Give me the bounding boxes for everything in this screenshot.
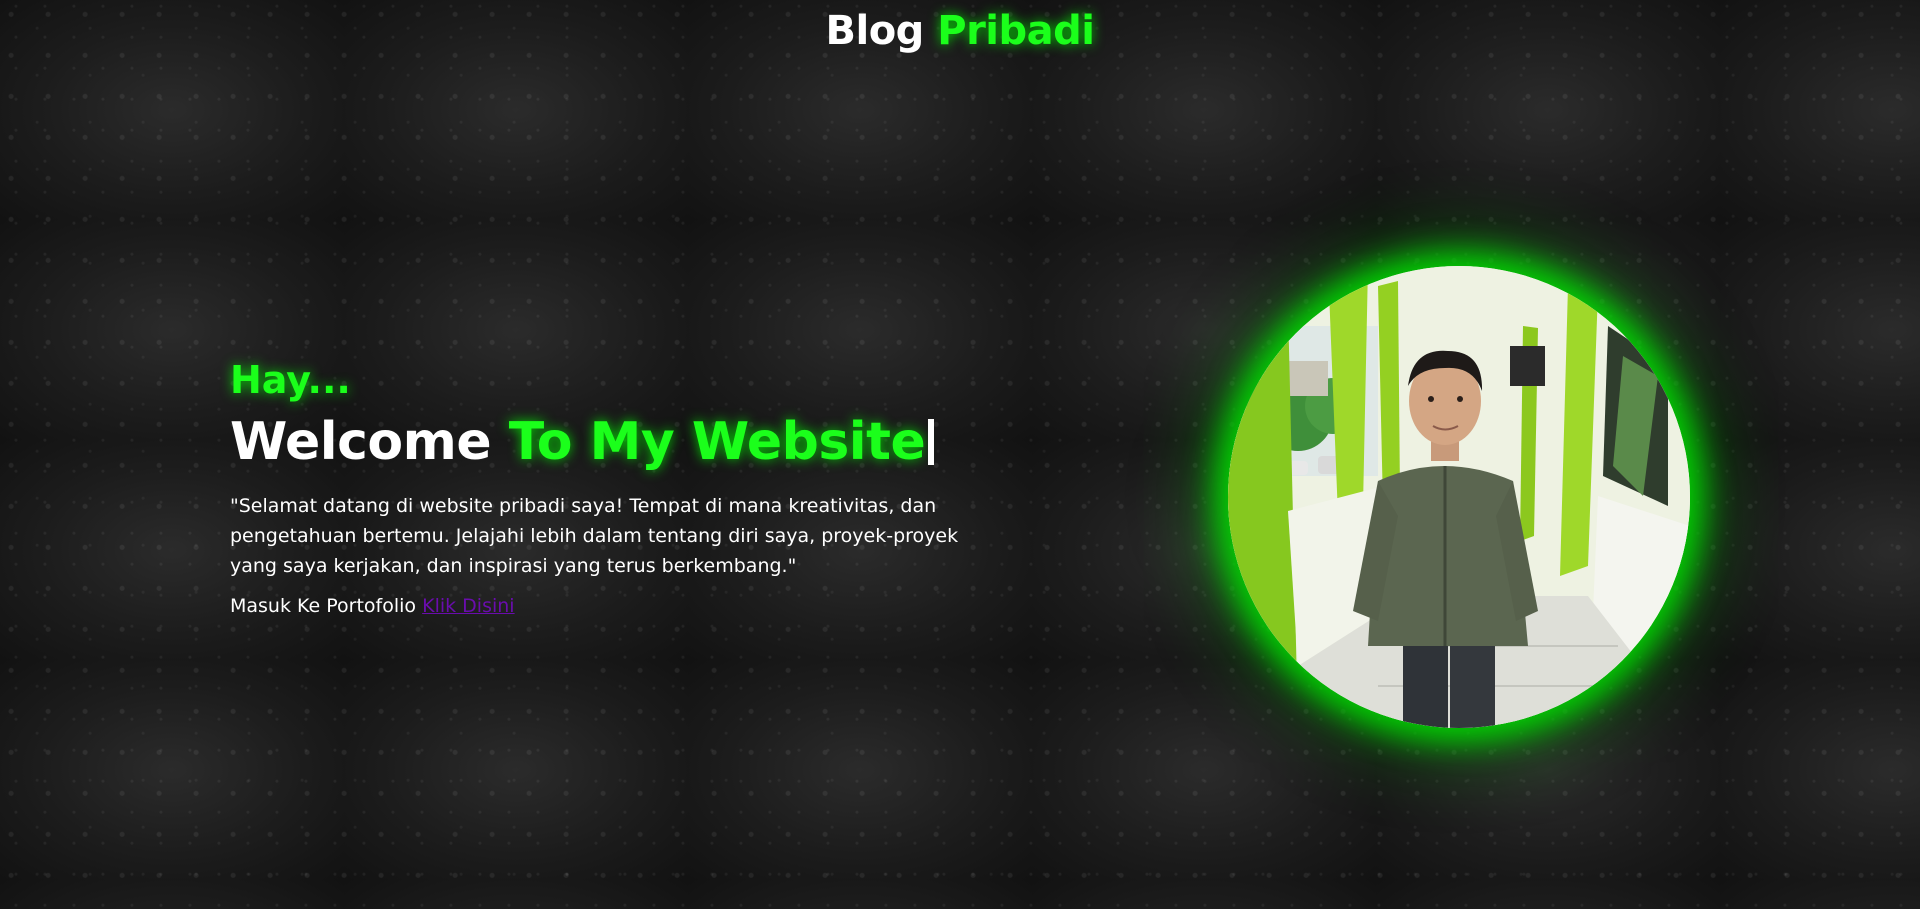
headline-part1: Welcome (230, 411, 492, 472)
portfolio-line: Masuk Ke Portofolio Klik Disini (230, 595, 990, 617)
portfolio-link[interactable]: Klik Disini (422, 595, 514, 617)
portfolio-prefix: Masuk Ke Portofolio (230, 594, 417, 617)
site-title-part1: Blog (825, 8, 925, 54)
greeting-heading: Hay... (230, 358, 351, 402)
welcome-headline: Welcome To My Website (230, 411, 990, 472)
site-header: Blog Pribadi (0, 8, 1920, 54)
profile-photo-illustration (1228, 266, 1690, 728)
headline-part2: To My Website (508, 411, 926, 472)
typing-cursor (928, 418, 935, 465)
intro-quote: "Selamat datang di website pribadi saya!… (230, 494, 959, 577)
profile-photo (1228, 266, 1690, 728)
hero-section: Hay... Welcome To My Website "Selamat da… (230, 358, 990, 617)
site-title-part2: Pribadi (937, 8, 1095, 54)
